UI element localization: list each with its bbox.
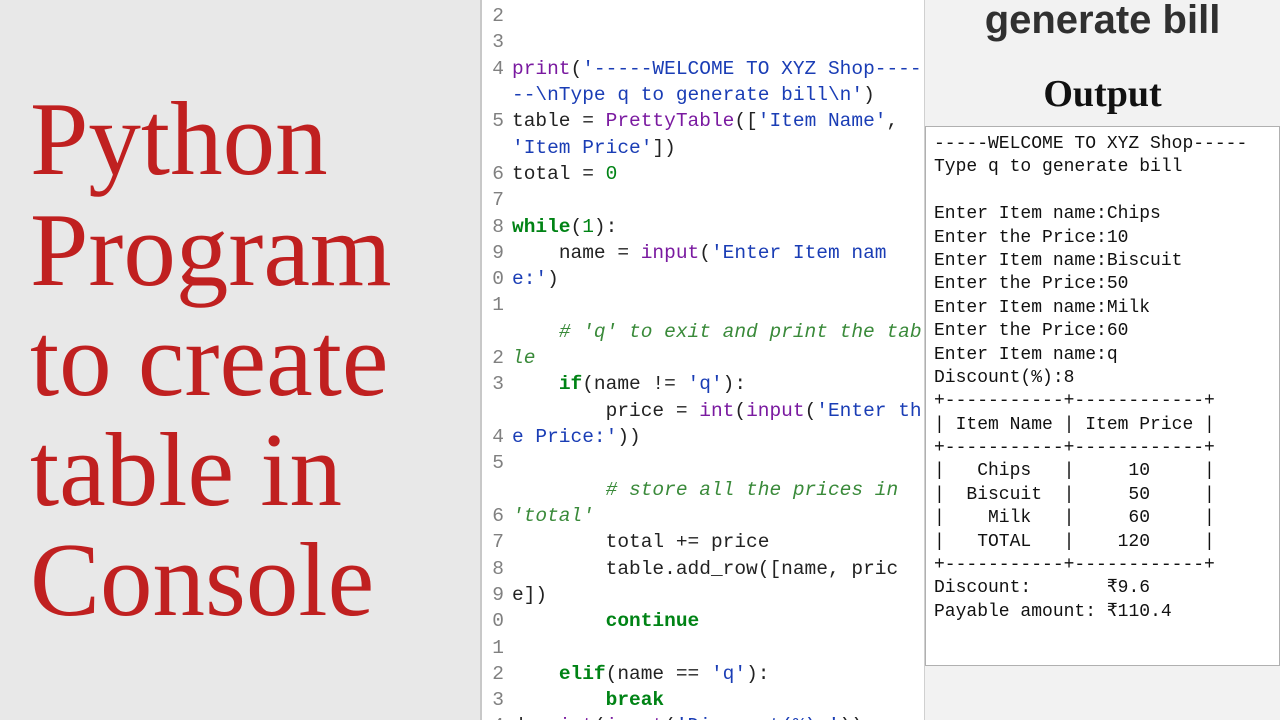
output-label: Output [925,72,1280,116]
code-editor-panel: 2 3 4 5 6 7 8 9 0 1 2 3 4 5 6 7 8 9 0 1 … [480,0,925,720]
left-title-panel: Python Program to create table in Consol… [0,0,480,720]
main-title: Python Program to create table in Consol… [30,84,460,635]
code-body: print('-----WELCOME TO XYZ Shop------\nT… [510,0,924,720]
output-panel: generate bill Output -----WELCOME TO XYZ… [925,0,1280,720]
right-header-line2: generate bill [985,0,1221,42]
console-output: -----WELCOME TO XYZ Shop----- Type q to … [925,126,1280,666]
line-number-gutter: 2 3 4 5 6 7 8 9 0 1 2 3 4 5 6 7 8 9 0 1 … [482,0,510,720]
right-header: generate bill [925,0,1280,44]
